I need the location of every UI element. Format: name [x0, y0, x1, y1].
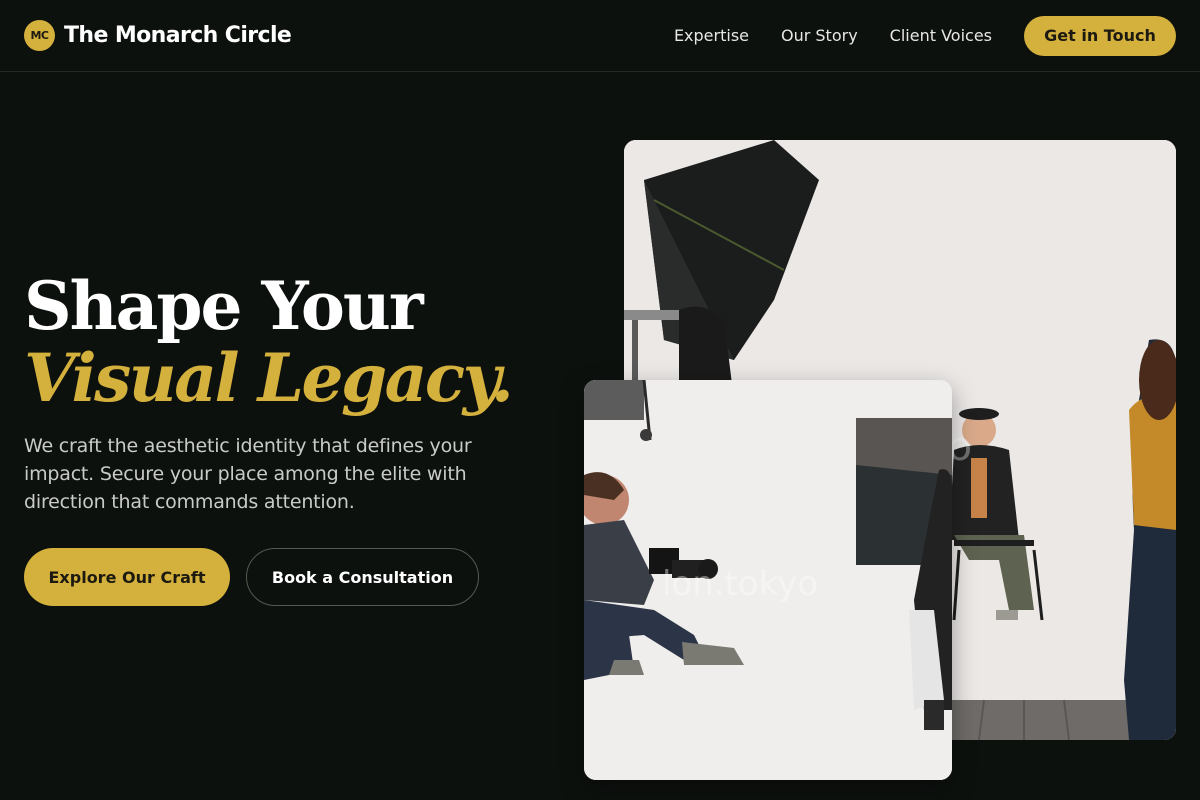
book-consultation-button[interactable]: Book a Consultation: [246, 548, 479, 606]
nav-link-expertise[interactable]: Expertise: [674, 26, 749, 45]
nav-link-our-story[interactable]: Our Story: [781, 26, 858, 45]
photographer-photo: lon.tokyo: [584, 380, 952, 780]
get-in-touch-button[interactable]: Get in Touch: [1024, 15, 1176, 56]
brand-name: The Monarch Circle: [64, 23, 292, 48]
svg-text:lon.tokyo: lon.tokyo: [662, 564, 818, 604]
site-header: MC The Monarch Circle Expertise Our Stor…: [0, 0, 1200, 72]
hero-title-line1: Shape Your: [24, 267, 424, 345]
brand-logo-icon: MC: [24, 20, 55, 51]
hero-subtitle: We craft the aesthetic identity that def…: [24, 435, 472, 513]
nav-link-client-voices[interactable]: Client Voices: [890, 26, 992, 45]
explore-craft-button[interactable]: Explore Our Craft: [24, 548, 230, 606]
brand-link[interactable]: MC The Monarch Circle: [24, 20, 292, 51]
hero-actions: Explore Our Craft Book a Consultation: [24, 548, 564, 606]
hero-title: Shape Your Visual Legacy.: [24, 268, 564, 412]
hero-section: Shape Your Visual Legacy. We craft the a…: [24, 268, 564, 606]
main-nav: Expertise Our Story Client Voices Get in…: [674, 15, 1176, 56]
hero-title-line2: Visual Legacy.: [24, 339, 514, 417]
